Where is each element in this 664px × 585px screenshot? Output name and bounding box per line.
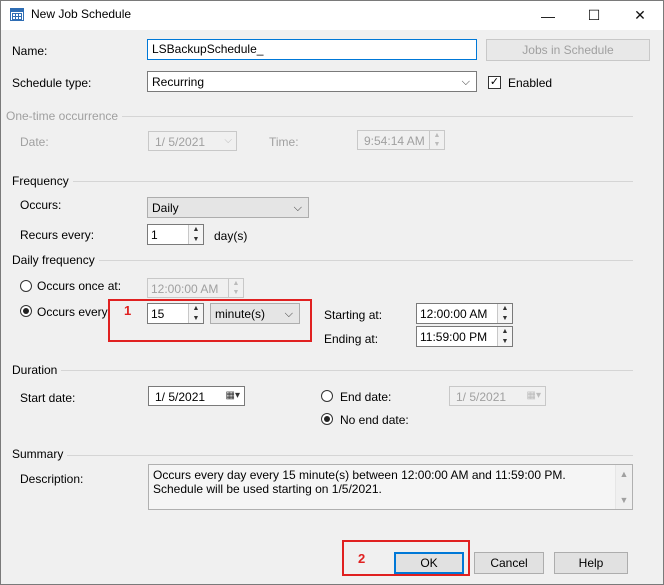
separator xyxy=(66,181,633,182)
occurs-every-radio[interactable] xyxy=(20,305,32,317)
maximize-button[interactable]: ☐ xyxy=(571,1,617,30)
recurs-every-spinner[interactable]: 1 ▲ ▼ xyxy=(147,224,204,245)
name-input[interactable]: LSBackupSchedule_ xyxy=(147,39,477,60)
cancel-button[interactable]: Cancel xyxy=(474,552,544,574)
occurs-once-radio[interactable] xyxy=(20,280,32,292)
one-time-time-spinner[interactable]: 9:54:14 AM ▲ ▼ xyxy=(357,130,445,150)
scroll-down-icon[interactable]: ▼ xyxy=(616,493,632,507)
separator xyxy=(90,260,633,261)
occurs-every-unit-select[interactable]: minute(s) ⌵ xyxy=(210,303,300,324)
ending-at-value: 11:59:00 PM xyxy=(420,330,488,344)
occurs-every-value: 15 xyxy=(151,307,165,321)
frequency-section-title: Frequency xyxy=(12,174,73,188)
duration-section-title: Duration xyxy=(12,363,62,377)
occurs-once-time-spinner[interactable]: 12:00:00 AM ▲ ▼ xyxy=(147,278,244,298)
end-date-label: End date: xyxy=(340,390,392,404)
scroll-up-icon[interactable]: ▲ xyxy=(616,467,632,481)
one-time-time-value: 9:54:14 AM xyxy=(364,134,425,148)
chevron-down-icon: ⌵ xyxy=(293,202,302,214)
separator xyxy=(58,370,633,371)
one-time-time-label: Time: xyxy=(269,135,299,149)
job-schedule-icon xyxy=(10,8,24,21)
spin-down-icon[interactable]: ▼ xyxy=(189,235,203,245)
schedule-type-value: Recurring xyxy=(152,75,205,89)
annotation-number-1: 1 xyxy=(124,303,132,318)
annotation-number-2: 2 xyxy=(358,551,366,566)
chevron-down-icon: ⌵ xyxy=(284,308,293,320)
starting-at-label: Starting at: xyxy=(324,308,383,322)
one-time-section-title: One-time occurrence xyxy=(6,109,123,123)
enabled-checkbox[interactable]: ✓ xyxy=(488,76,501,89)
recurs-unit-label: day(s) xyxy=(214,229,248,243)
starting-at-spinner[interactable]: 12:00:00 AM ▲ ▼ xyxy=(416,303,513,324)
schedule-type-label: Schedule type: xyxy=(12,76,92,90)
description-label: Description: xyxy=(20,472,84,486)
spin-down-icon[interactable]: ▼ xyxy=(229,288,243,297)
description-textbox[interactable]: Occurs every day every 15 minute(s) betw… xyxy=(148,464,633,510)
minimize-button[interactable]: — xyxy=(525,1,571,30)
ok-button[interactable]: OK xyxy=(394,552,464,574)
start-date-value: 1/ 5/2021 xyxy=(155,390,206,404)
one-time-date-picker[interactable]: 1/ 5/2021 ⌵ xyxy=(148,131,237,151)
no-end-date-radio[interactable] xyxy=(321,413,333,425)
end-date-picker[interactable]: 1/ 5/2021 ▦▾ xyxy=(449,386,546,406)
separator xyxy=(110,116,633,117)
spin-down-icon[interactable]: ▼ xyxy=(430,140,444,149)
recurs-every-value: 1 xyxy=(151,228,158,242)
separator xyxy=(58,455,633,456)
daily-frequency-section-title: Daily frequency xyxy=(12,253,99,267)
close-button[interactable]: ✕ xyxy=(617,1,663,30)
description-text: Occurs every day every 15 minute(s) betw… xyxy=(153,468,566,496)
one-time-date-value: 1/ 5/2021 xyxy=(155,135,206,149)
help-button[interactable]: Help xyxy=(554,552,628,574)
start-date-label: Start date: xyxy=(20,391,76,405)
schedule-type-select[interactable]: Recurring ⌵ xyxy=(147,71,477,92)
occurs-every-spinner[interactable]: 15 ▲ ▼ xyxy=(147,303,204,324)
start-date-picker[interactable]: 1/ 5/2021 ▦▾ xyxy=(148,386,245,406)
chevron-down-icon: ⌵ xyxy=(461,76,470,88)
starting-at-value: 12:00:00 AM xyxy=(420,307,488,321)
occurs-once-time-value: 12:00:00 AM xyxy=(151,282,219,296)
calendar-dropdown-icon: ▦▾ xyxy=(225,390,240,401)
occurs-label: Occurs: xyxy=(20,198,62,212)
ending-at-label: Ending at: xyxy=(324,332,379,346)
occurs-value: Daily xyxy=(152,201,179,215)
spin-up-icon[interactable]: ▲ xyxy=(229,279,243,288)
spin-down-icon[interactable]: ▼ xyxy=(498,337,512,347)
spin-up-icon[interactable]: ▲ xyxy=(498,327,512,337)
occurs-every-label: Occurs every: xyxy=(37,305,112,319)
description-scrollbar[interactable]: ▲ ▼ xyxy=(615,465,632,509)
occurs-once-label: Occurs once at: xyxy=(37,279,122,293)
spin-down-icon[interactable]: ▼ xyxy=(498,314,512,324)
occurs-every-unit-value: minute(s) xyxy=(215,307,266,321)
name-label: Name: xyxy=(12,44,48,58)
summary-section-title: Summary xyxy=(12,447,68,461)
occurs-select[interactable]: Daily ⌵ xyxy=(147,197,309,218)
one-time-date-label: Date: xyxy=(20,135,49,149)
calendar-dropdown-icon: ▦▾ xyxy=(526,390,541,401)
enabled-label: Enabled xyxy=(508,76,553,90)
spin-up-icon[interactable]: ▲ xyxy=(189,225,203,235)
recurs-every-label: Recurs every: xyxy=(20,228,95,242)
spin-up-icon[interactable]: ▲ xyxy=(189,304,203,314)
jobs-in-schedule-button[interactable]: Jobs in Schedule xyxy=(486,39,650,61)
no-end-date-label: No end date: xyxy=(340,413,409,427)
name-input-value: LSBackupSchedule_ xyxy=(152,42,264,56)
spin-down-icon[interactable]: ▼ xyxy=(189,314,203,324)
spin-up-icon[interactable]: ▲ xyxy=(498,304,512,314)
spin-up-icon[interactable]: ▲ xyxy=(430,131,444,140)
end-date-value: 1/ 5/2021 xyxy=(456,390,507,404)
ending-at-spinner[interactable]: 11:59:00 PM ▲ ▼ xyxy=(416,326,513,347)
end-date-radio[interactable] xyxy=(321,390,333,402)
window-title: New Job Schedule xyxy=(31,7,132,21)
chevron-down-icon: ⌵ xyxy=(224,135,232,146)
